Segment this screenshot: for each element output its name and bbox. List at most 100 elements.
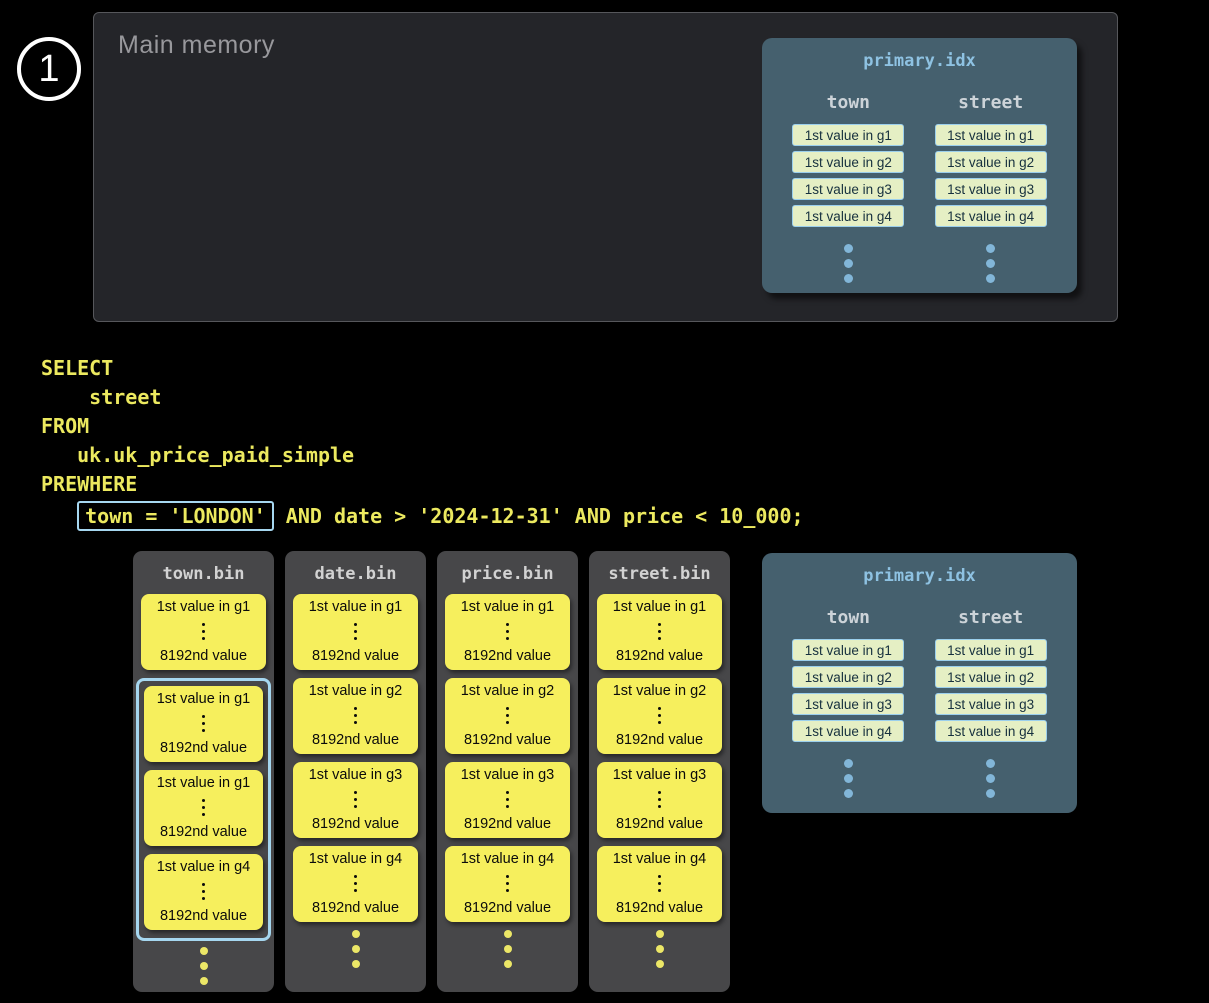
primary-idx-panel-memory: primary.idx town 1st value in g1 1st val… <box>762 38 1077 293</box>
granule-last-value: 8192nd value <box>160 740 247 756</box>
granule-first-value: 1st value in g2 <box>309 683 403 699</box>
granule: 1st value in g1 8192nd value <box>144 686 263 762</box>
granule-first-value: 1st value in g1 <box>613 599 707 615</box>
granule-last-value: 8192nd value <box>312 648 399 664</box>
granule: 1st value in g2 8192nd value <box>293 678 418 754</box>
bin-title: street.bin <box>589 551 730 594</box>
index-entry: 1st value in g3 <box>935 178 1047 200</box>
ellipsis-dots <box>354 791 357 808</box>
granule-last-value: 8192nd value <box>312 732 399 748</box>
ellipsis-dots <box>658 791 661 808</box>
index-entry: 1st value in g1 <box>792 124 904 146</box>
granule-first-value: 1st value in g1 <box>461 599 555 615</box>
prewhere-predicate-highlight: town = 'LONDON' <box>77 501 274 531</box>
granule-last-value: 8192nd value <box>464 900 551 916</box>
granule-first-value: 1st value in g1 <box>309 599 403 615</box>
granule: 1st value in g4 8192nd value <box>293 846 418 922</box>
granule-first-value: 1st value in g3 <box>309 767 403 783</box>
granule: 1st value in g1 8192nd value <box>597 594 722 670</box>
index-entry: 1st value in g4 <box>935 720 1047 742</box>
column-header: town <box>827 607 870 628</box>
granule-first-value: 1st value in g4 <box>613 851 707 867</box>
ellipsis-dots <box>506 707 509 724</box>
primary-idx-title: primary.idx <box>762 566 1077 586</box>
index-entry: 1st value in g4 <box>935 205 1047 227</box>
granule: 1st value in g4 8192nd value <box>445 846 570 922</box>
granule-last-value: 8192nd value <box>464 732 551 748</box>
main-memory-title: Main memory <box>118 31 275 60</box>
bin-panel-price: price.bin 1st value in g1 8192nd value 1… <box>437 551 578 992</box>
ellipsis-dots <box>506 875 509 892</box>
granule: 1st value in g3 8192nd value <box>293 762 418 838</box>
index-entry: 1st value in g2 <box>935 151 1047 173</box>
granule: 1st value in g3 8192nd value <box>445 762 570 838</box>
granule: 1st value in g4 8192nd value <box>597 846 722 922</box>
sql-line: street <box>41 383 804 412</box>
ellipsis-dots <box>202 883 205 900</box>
granule-last-value: 8192nd value <box>160 824 247 840</box>
index-entry: 1st value in g4 <box>792 205 904 227</box>
index-entry: 1st value in g1 <box>792 639 904 661</box>
index-entry: 1st value in g2 <box>792 666 904 688</box>
sql-line: uk.uk_price_paid_simple <box>41 441 804 470</box>
granule-last-value: 8192nd value <box>160 908 247 924</box>
ellipsis-dots <box>986 759 995 798</box>
granule-first-value: 1st value in g3 <box>613 767 707 783</box>
index-entry: 1st value in g4 <box>792 720 904 742</box>
granule-last-value: 8192nd value <box>160 648 247 664</box>
granule: 1st value in g2 8192nd value <box>445 678 570 754</box>
primary-idx-column-town: town 1st value in g1 1st value in g2 1st… <box>792 586 904 798</box>
granule-first-value: 1st value in g1 <box>157 691 251 707</box>
granule: 1st value in g1 8192nd value <box>293 594 418 670</box>
ellipsis-dots <box>506 623 509 640</box>
ellipsis-dots <box>202 623 205 640</box>
granule-first-value: 1st value in g2 <box>613 683 707 699</box>
granule-last-value: 8192nd value <box>312 900 399 916</box>
granule-last-value: 8192nd value <box>464 816 551 832</box>
primary-idx-panel-disk: primary.idx town 1st value in g1 1st val… <box>762 553 1077 813</box>
ellipsis-dots <box>986 244 995 283</box>
sql-indent <box>41 504 77 528</box>
selected-granules-highlight: 1st value in g1 8192nd value 1st value i… <box>136 678 271 941</box>
ellipsis-dots <box>202 799 205 816</box>
ellipsis-dots <box>285 930 426 968</box>
ellipsis-dots <box>844 759 853 798</box>
granule-first-value: 1st value in g4 <box>309 851 403 867</box>
ellipsis-dots <box>133 947 274 985</box>
granule: 1st value in g1 8192nd value <box>141 594 266 670</box>
index-entry: 1st value in g3 <box>792 693 904 715</box>
bin-title: date.bin <box>285 551 426 594</box>
ellipsis-dots <box>354 875 357 892</box>
granule-last-value: 8192nd value <box>616 648 703 664</box>
sql-rest: AND date > '2024-12-31' AND price < 10_0… <box>274 504 804 528</box>
granule-first-value: 1st value in g1 <box>157 775 251 791</box>
sql-prewhere-line: town = 'LONDON' AND date > '2024-12-31' … <box>41 499 804 532</box>
bin-panel-date: date.bin 1st value in g1 8192nd value 1s… <box>285 551 426 992</box>
granule-last-value: 8192nd value <box>616 732 703 748</box>
granule: 1st value in g1 8192nd value <box>445 594 570 670</box>
granule-first-value: 1st value in g2 <box>461 683 555 699</box>
ellipsis-dots <box>658 623 661 640</box>
primary-idx-title: primary.idx <box>762 51 1077 71</box>
column-header: street <box>958 92 1023 113</box>
index-entry: 1st value in g1 <box>935 124 1047 146</box>
granule-first-value: 1st value in g3 <box>461 767 555 783</box>
bin-title: price.bin <box>437 551 578 594</box>
ellipsis-dots <box>506 791 509 808</box>
ellipsis-dots <box>202 715 205 732</box>
granule-first-value: 1st value in g1 <box>157 599 251 615</box>
ellipsis-dots <box>658 875 661 892</box>
granule-last-value: 8192nd value <box>616 816 703 832</box>
ellipsis-dots <box>354 623 357 640</box>
index-entry: 1st value in g1 <box>935 639 1047 661</box>
bin-title: town.bin <box>133 551 274 594</box>
ellipsis-dots <box>658 707 661 724</box>
granule: 1st value in g2 8192nd value <box>597 678 722 754</box>
index-entry: 1st value in g2 <box>792 151 904 173</box>
column-header: town <box>827 92 870 113</box>
primary-idx-column-street: street 1st value in g1 1st value in g2 1… <box>935 586 1047 798</box>
ellipsis-dots <box>589 930 730 968</box>
sql-query: SELECT street FROM uk.uk_price_paid_simp… <box>41 354 804 532</box>
sql-line: PREWHERE <box>41 470 804 499</box>
granule: 1st value in g4 8192nd value <box>144 854 263 930</box>
